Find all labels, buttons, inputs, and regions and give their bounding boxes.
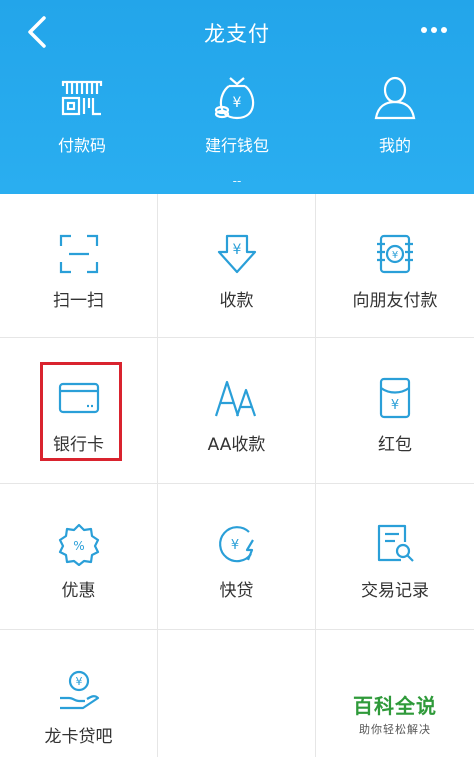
red-packet-icon: ¥ — [379, 377, 411, 419]
card-loan-label: 龙卡贷吧 — [44, 727, 113, 747]
page-title: 龙支付 — [204, 22, 270, 46]
transaction-record-button[interactable]: 交易记录 — [316, 484, 474, 629]
empty-cell — [158, 630, 315, 757]
aa-split-icon — [214, 380, 256, 417]
watermark-title: 百科全说 — [353, 694, 437, 718]
discount-button[interactable]: % 优惠 — [0, 484, 157, 629]
card-loan-button[interactable]: ¥ 龙卡贷吧 — [0, 630, 157, 757]
svg-text:¥: ¥ — [230, 538, 238, 553]
quick-loan-icon: ¥ — [218, 526, 254, 563]
wallet-balance-placeholder: -- — [232, 174, 242, 188]
mine-button[interactable]: 我的 — [335, 74, 455, 156]
svg-text:¥: ¥ — [391, 398, 399, 413]
money-bag-icon: ¥ — [214, 77, 255, 120]
app-header: 龙支付 付款码 ¥ 建行钱包 -- 我的 — [0, 0, 474, 194]
payment-code-label: 付款码 — [57, 136, 106, 155]
pay-friend-icon: ¥ — [377, 234, 413, 274]
svg-text:¥: ¥ — [233, 95, 242, 111]
receive-payment-button[interactable]: ¥ 收款 — [158, 194, 315, 337]
aa-split-label: AA收款 — [207, 435, 266, 455]
quick-loan-label: 快贷 — [219, 581, 254, 601]
svg-text:¥: ¥ — [232, 242, 241, 258]
more-button[interactable] — [412, 14, 456, 46]
receive-payment-icon: ¥ — [217, 234, 256, 274]
red-packet-button[interactable]: ¥ 红包 — [316, 338, 474, 483]
aa-split-button[interactable]: AA收款 — [158, 338, 315, 483]
receive-payment-label: 收款 — [219, 291, 254, 311]
ccb-wallet-label: 建行钱包 — [204, 136, 269, 155]
scan-button[interactable]: 扫一扫 — [0, 194, 157, 337]
mine-label: 我的 — [378, 136, 411, 155]
payment-code-button[interactable]: 付款码 — [22, 74, 142, 156]
person-icon — [374, 76, 416, 120]
scan-label: 扫一扫 — [53, 291, 104, 311]
discount-label: 优惠 — [61, 581, 96, 601]
highlight-box — [40, 362, 122, 461]
service-grid: 扫一扫 ¥ 收款 ¥ 向朋友付款 银行卡 AA收款 ¥ 红包 % 优惠 ¥ 快贷… — [0, 194, 474, 757]
quick-loan-button[interactable]: ¥ 快贷 — [158, 484, 315, 629]
watermark: 百科全说 助你轻松解决 — [316, 690, 474, 737]
svg-text:¥: ¥ — [392, 250, 398, 261]
svg-text:%: % — [73, 539, 84, 553]
ccb-wallet-button[interactable]: ¥ 建行钱包 -- — [177, 74, 297, 188]
pay-friend-button[interactable]: ¥ 向朋友付款 — [316, 194, 474, 337]
barcode-qr-icon — [61, 80, 103, 116]
scan-icon — [59, 234, 98, 274]
card-loan-icon: ¥ — [59, 670, 99, 710]
transaction-record-icon — [377, 524, 414, 562]
svg-text:¥: ¥ — [75, 675, 82, 688]
more-dots-icon — [421, 27, 447, 33]
discount-badge-icon: % — [58, 523, 99, 566]
red-packet-label: 红包 — [378, 435, 412, 455]
transaction-record-label: 交易记录 — [361, 581, 429, 601]
pay-friend-label: 向朋友付款 — [352, 291, 438, 311]
watermark-subtitle: 助你轻松解决 — [359, 723, 431, 736]
